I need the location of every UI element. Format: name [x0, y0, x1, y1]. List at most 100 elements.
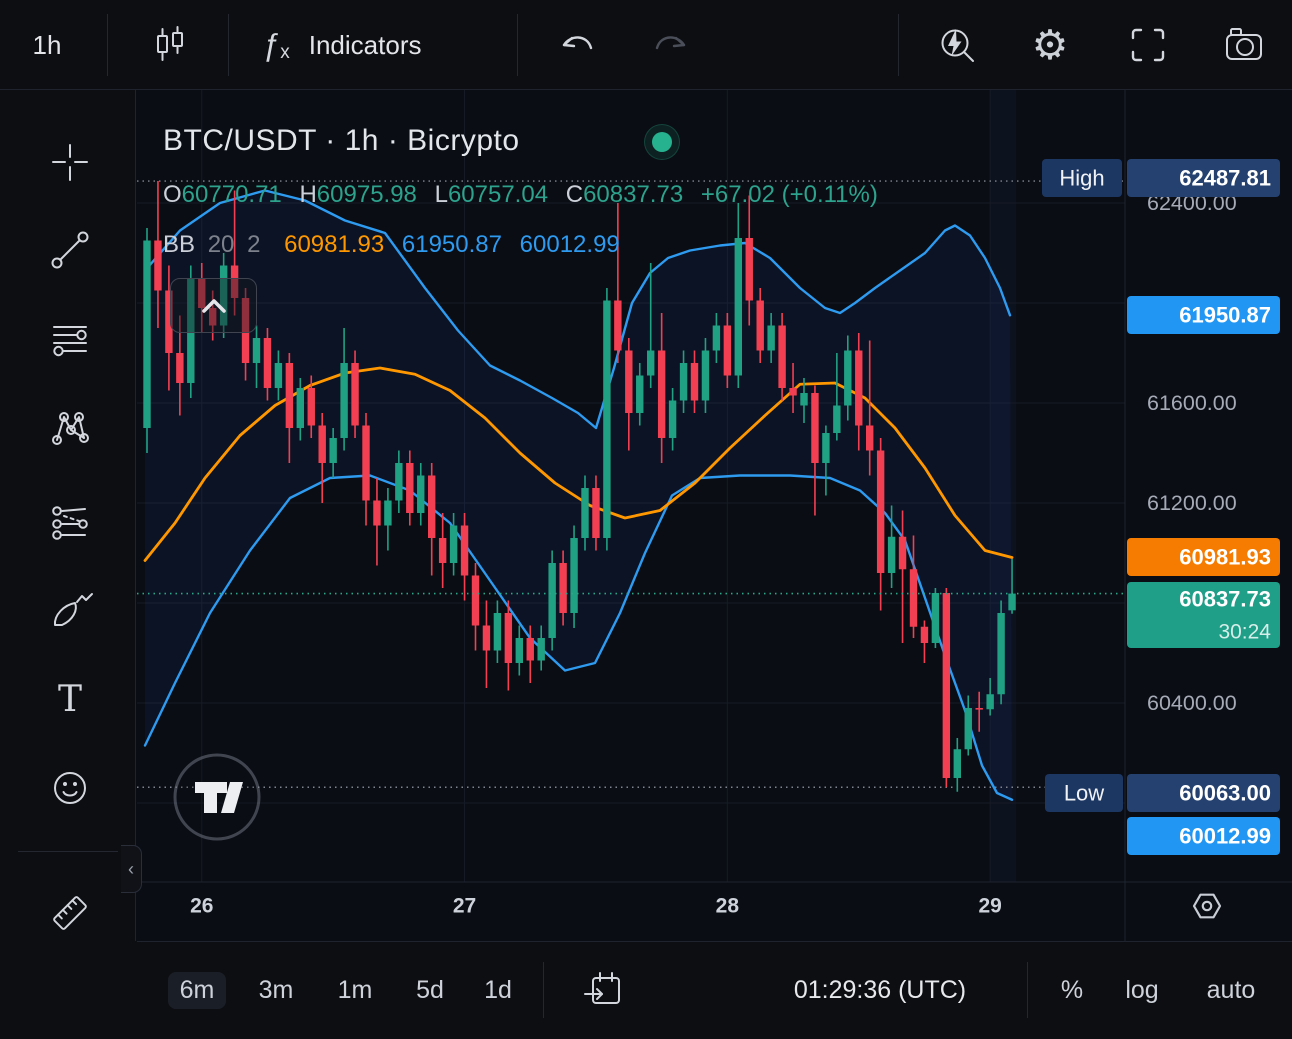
candle-body [713, 326, 720, 351]
ruler-icon [45, 887, 95, 939]
bollinger-legend[interactable]: BB 20 2 60981.93 61950.87 60012.99 [163, 231, 620, 259]
candle-body [154, 241, 161, 291]
time-axis-label: 28 [716, 895, 740, 918]
high-label: H [299, 181, 316, 208]
bb-upper-value: 61950.87 [402, 231, 502, 258]
candle-body [505, 613, 512, 663]
candle-body [472, 576, 479, 626]
redo-button[interactable] [644, 0, 696, 90]
market-status-indicator[interactable] [644, 124, 680, 160]
candle-body [461, 526, 468, 576]
range-1d-button[interactable]: 1d [472, 951, 524, 1029]
symbol-title: BTC/USDT · 1h · Bicrypto [163, 124, 520, 158]
toolbar-collapse-tab[interactable]: ‹ [121, 845, 142, 893]
drawing-toolbar: T [0, 90, 136, 1039]
auto-scale-button[interactable]: auto [1196, 951, 1266, 1029]
time-axis-label: 27 [453, 895, 476, 918]
log-scale-button[interactable]: log [1114, 951, 1170, 1029]
tool-fib-retracement[interactable] [45, 314, 95, 364]
fullscreen-button[interactable] [1124, 0, 1172, 90]
candle-body [932, 593, 939, 643]
candle-body [625, 351, 632, 414]
candle-body [702, 351, 709, 401]
screenshot-button[interactable] [1218, 0, 1270, 90]
candle-body [778, 326, 785, 389]
bb-name: BB [163, 231, 195, 258]
candle-body [340, 363, 347, 438]
emoji-icon [46, 764, 94, 812]
candle-body [264, 338, 271, 388]
price-chart[interactable]: 2627282962400.0061600.0061200.0060400.00… [137, 90, 1292, 941]
indicators-label: Indicators [309, 30, 422, 61]
candle-body [647, 351, 654, 376]
candle-body [483, 626, 490, 651]
tool-xabcd-pattern[interactable] [45, 403, 95, 453]
candle-body [691, 363, 698, 401]
time-axis-label: 26 [190, 895, 213, 918]
tool-projection[interactable] [45, 498, 95, 548]
settings-button[interactable]: ⚙ [1026, 0, 1074, 90]
change-value: +67.02 (+0.11%) [701, 181, 878, 208]
candle-body [767, 326, 774, 351]
candle-body [176, 353, 183, 383]
candle-body [965, 708, 972, 749]
brush-icon [45, 587, 95, 637]
candle-body [888, 537, 895, 573]
candle-body [1008, 594, 1015, 611]
ohlc-legend: O60770.71 H60975.98 L60757.04 C60837.73 … [163, 181, 878, 209]
price-float-badge-label: Low [1064, 781, 1104, 806]
range-1m-button[interactable]: 1m [327, 951, 383, 1029]
candle-body [680, 363, 687, 401]
status-dot-core [652, 132, 672, 152]
pane-collapse-button[interactable] [170, 278, 257, 333]
undo-button[interactable] [552, 0, 604, 90]
candle-body [614, 301, 621, 351]
range-5d-button[interactable]: 5d [404, 951, 456, 1029]
crosshair-icon [46, 138, 94, 186]
divider [517, 14, 518, 76]
indicators-button[interactable]: ƒx Indicators [262, 0, 492, 90]
divider [137, 941, 1292, 942]
tool-crosshair[interactable] [45, 137, 95, 187]
price-axis-label: 61200.00 [1147, 491, 1237, 515]
tool-brush[interactable] [45, 587, 95, 637]
high-value: 60975.98 [317, 181, 417, 208]
range-1m-label: 1m [326, 972, 385, 1009]
range-3m-label: 3m [247, 972, 306, 1009]
candle-body [954, 749, 961, 778]
fx-icon-sub: x [280, 42, 290, 64]
candle-body [548, 563, 555, 638]
calendar-go-to-icon [580, 966, 628, 1014]
close-label: C [566, 181, 583, 208]
fullscreen-icon [1127, 24, 1169, 66]
candle-body [910, 569, 917, 627]
interval-label: 1h [33, 30, 62, 61]
tool-trend-line[interactable] [45, 225, 95, 275]
range-6m-button[interactable]: 6m [168, 951, 226, 1029]
tool-emoji[interactable] [45, 763, 95, 813]
tool-ruler[interactable] [45, 888, 95, 938]
candle-body [800, 393, 807, 406]
tool-text[interactable]: T [45, 675, 95, 725]
candle-body [428, 476, 435, 539]
chevron-up-icon [192, 291, 236, 321]
camera-icon [1221, 22, 1267, 68]
clock[interactable]: 01:29:36 (UTC) [760, 951, 1000, 1029]
go-to-date-button[interactable] [576, 951, 632, 1029]
percent-label: % [1061, 976, 1083, 1005]
candle-body [592, 488, 599, 538]
range-3m-button[interactable]: 3m [248, 951, 304, 1029]
percent-scale-button[interactable]: % [1048, 951, 1096, 1029]
candle-body [384, 501, 391, 526]
candle-body [855, 351, 862, 426]
top-toolbar: 1h ƒx Indicators [0, 0, 1292, 90]
chart-type-button[interactable] [146, 0, 194, 90]
price-axis-label: 61600.00 [1147, 391, 1237, 415]
divider [898, 14, 899, 76]
interval-button[interactable]: 1h [16, 0, 78, 90]
quick-search-button[interactable] [932, 0, 984, 90]
candle-body [636, 376, 643, 414]
candle-body [757, 301, 764, 351]
projection-icon [45, 498, 95, 548]
price-value-badge-label: 60063.00 [1179, 781, 1271, 806]
